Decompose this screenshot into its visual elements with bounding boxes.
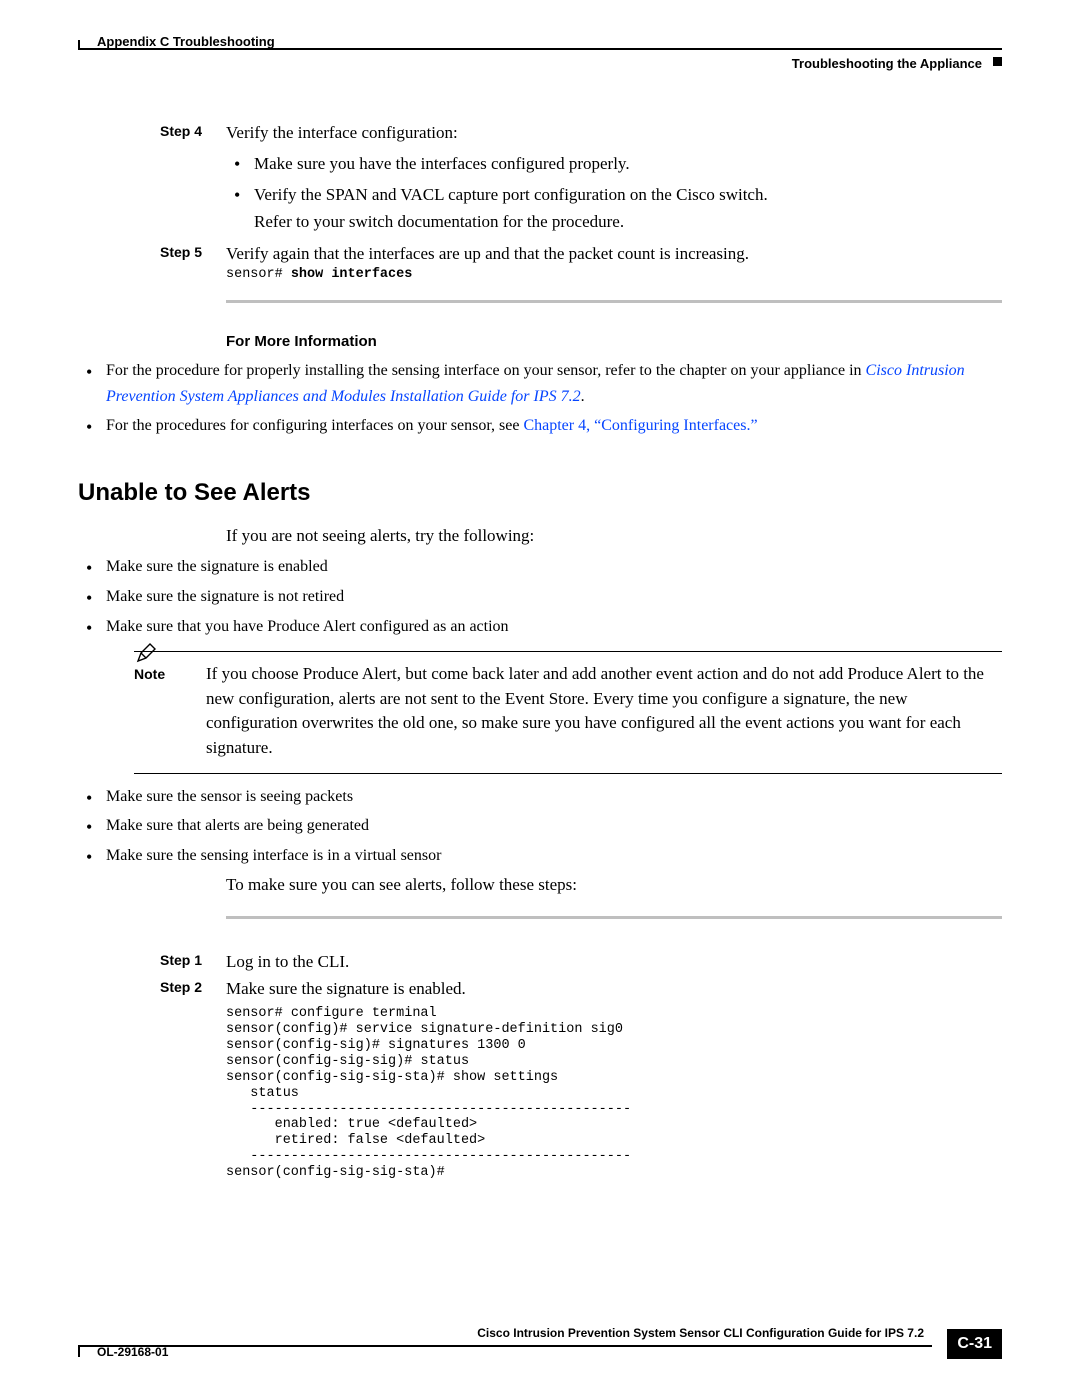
- code-prompt: sensor(config-sig-sig)#: [226, 1054, 420, 1069]
- code-line: sensor# show interfaces: [226, 267, 1002, 283]
- footer-page-number: C-31: [947, 1329, 1002, 1359]
- step-label: Step 1: [160, 949, 226, 975]
- note-icon: [136, 643, 156, 672]
- bullet: Make sure you have the interfaces config…: [226, 150, 1002, 177]
- link-chapter-4[interactable]: Chapter 4, “Configuring Interfaces.”: [523, 417, 757, 434]
- step-body: Log in to the CLI.: [226, 949, 1002, 975]
- step-label: Step 5: [160, 241, 226, 282]
- for-more-information-heading: For More Information: [226, 333, 1002, 350]
- step-text: Verify the interface configuration:: [226, 123, 458, 142]
- bullet: Make sure the sensor is seeing packets: [78, 784, 1002, 810]
- code-output: status: [226, 1086, 299, 1101]
- text: For the procedures for configuring inter…: [106, 417, 523, 434]
- bullet: Make sure the signature is enabled: [78, 554, 1002, 580]
- note-label-col: Note: [134, 662, 188, 761]
- code-command: show interfaces: [291, 267, 413, 282]
- step-label: Step 4: [160, 120, 226, 239]
- code-prompt: sensor#: [226, 267, 291, 282]
- bullet: Verify the SPAN and VACL capture port co…: [226, 181, 1002, 235]
- section-divider: [226, 916, 1002, 919]
- footer-doc-number: OL-29168-01: [97, 1345, 168, 1359]
- footer-left-tick: [78, 1345, 80, 1357]
- bullet: For the procedures for configuring inter…: [78, 413, 1002, 439]
- bullet: For the procedure for properly installin…: [78, 358, 1002, 409]
- section-heading-unable-to-see-alerts: Unable to See Alerts: [78, 479, 1002, 507]
- footer-guide-title: Cisco Intrusion Prevention System Sensor…: [477, 1326, 924, 1340]
- code-output: ----------------------------------------…: [226, 1149, 631, 1164]
- step-body: Verify again that the interfaces are up …: [226, 241, 1002, 282]
- step-1: Step 1 Log in to the CLI.: [160, 949, 1002, 975]
- code-prompt: sensor(config)#: [226, 1022, 356, 1037]
- note-wrapper: Note If you choose Produce Alert, but co…: [106, 651, 1002, 774]
- code-output: enabled: true <defaulted>: [226, 1117, 477, 1132]
- bullet: Make sure that you have Produce Alert co…: [78, 614, 1002, 774]
- alerts-checklist: Make sure the signature is enabled Make …: [78, 554, 1002, 868]
- step-body: Make sure the signature is enabled. sens…: [226, 976, 1002, 1181]
- header-section: Troubleshooting the Appliance: [792, 56, 982, 71]
- code-prompt: sensor#: [226, 1006, 291, 1021]
- step-text: Verify again that the interfaces are up …: [226, 244, 749, 263]
- code-command: configure terminal: [291, 1006, 437, 1021]
- header-appendix: Appendix C Troubleshooting: [97, 34, 275, 49]
- code-command: status: [420, 1054, 469, 1069]
- footer-rule: [78, 1345, 932, 1347]
- code-command: show settings: [453, 1070, 558, 1085]
- paragraph: To make sure you can see alerts, follow …: [226, 872, 1002, 898]
- header-left-tick: [78, 40, 80, 50]
- step-label: Step 2: [160, 976, 226, 1181]
- note-body: If you choose Produce Alert, but come ba…: [206, 662, 1002, 761]
- content-area: Step 4 Verify the interface configuratio…: [78, 120, 1002, 1183]
- step-text: Log in to the CLI.: [226, 952, 349, 971]
- bullet: Make sure the signature is not retired: [78, 584, 1002, 610]
- step-4: Step 4 Verify the interface configuratio…: [160, 120, 1002, 239]
- header-right-square: [993, 57, 1002, 66]
- code-command: service signature-definition sig0: [356, 1022, 623, 1037]
- for-more-information-list: For the procedure for properly installin…: [78, 358, 1002, 439]
- code-prompt: sensor(config-sig)#: [226, 1038, 388, 1053]
- code-prompt: sensor(config-sig-sig-sta)#: [226, 1070, 453, 1085]
- code-output: sensor(config-sig-sig-sta)#: [226, 1165, 445, 1180]
- text: For the procedure for properly installin…: [106, 362, 866, 379]
- paragraph: If you are not seeing alerts, try the fo…: [226, 523, 1002, 549]
- code-block: sensor# configure terminal sensor(config…: [226, 1006, 1002, 1181]
- step-5: Step 5 Verify again that the interfaces …: [160, 241, 1002, 282]
- bullet: Make sure that alerts are being generate…: [78, 813, 1002, 839]
- step4-bullets: Make sure you have the interfaces config…: [226, 150, 1002, 236]
- note-block: Note If you choose Produce Alert, but co…: [134, 651, 1002, 774]
- bullet-text: Verify the SPAN and VACL capture port co…: [254, 185, 768, 204]
- code-output: ----------------------------------------…: [226, 1102, 631, 1117]
- document-page: Appendix C Troubleshooting Troubleshooti…: [0, 0, 1080, 1397]
- bullet-text: Refer to your switch documentation for t…: [254, 212, 624, 231]
- code-output: retired: false <defaulted>: [226, 1133, 485, 1148]
- code-command: signatures 1300 0: [388, 1038, 526, 1053]
- bullet: Make sure the sensing interface is in a …: [78, 843, 1002, 869]
- step-text: Make sure the signature is enabled.: [226, 979, 466, 998]
- step-body: Verify the interface configuration: Make…: [226, 120, 1002, 239]
- bullet-text: Make sure that you have Produce Alert co…: [106, 618, 509, 635]
- text: .: [581, 388, 585, 405]
- step-2: Step 2 Make sure the signature is enable…: [160, 976, 1002, 1181]
- section-divider: [226, 300, 1002, 303]
